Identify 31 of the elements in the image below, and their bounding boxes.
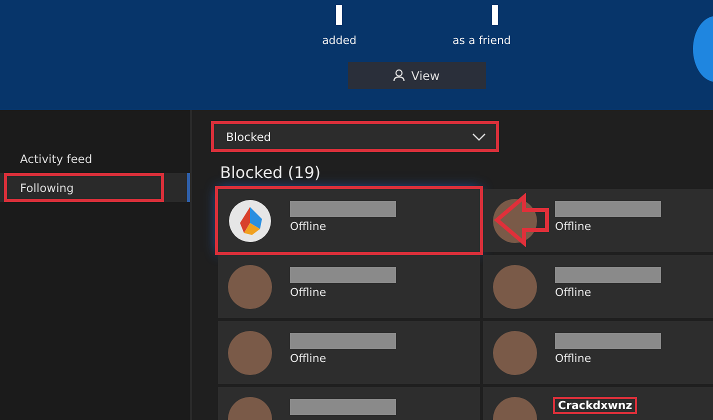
person-icon [393, 69, 406, 82]
avatar-placeholder [493, 330, 537, 374]
section-title: Blocked (19) [220, 163, 322, 182]
avatar-placeholder [228, 330, 272, 374]
notification-text: added [322, 34, 357, 47]
friend-card[interactable]: Crackdxwnz [483, 387, 713, 420]
sidebar-item[interactable]: Activity feed [0, 144, 190, 173]
friend-card[interactable]: Offline [483, 189, 713, 252]
status-text: Offline [290, 286, 328, 299]
friend-card[interactable]: Offline [483, 255, 713, 318]
gem-logo-icon [228, 198, 272, 242]
avatar-placeholder [493, 264, 537, 308]
friend-card[interactable]: Offline [218, 189, 480, 252]
gamertag: Crackdxwnz [555, 399, 636, 412]
view-button[interactable]: View [348, 62, 486, 89]
redaction-bar [336, 5, 342, 25]
notification-text: as a friend [452, 34, 511, 47]
friend-card[interactable]: Offline [218, 321, 480, 384]
avatar-placeholder [228, 264, 272, 308]
annotation-arrow [494, 193, 550, 247]
friend-card[interactable]: Offline [218, 255, 480, 318]
status-text: Offline [290, 220, 328, 233]
redaction-bar [492, 5, 498, 25]
status-text: Offline [290, 352, 328, 365]
friend-card[interactable]: Offline [483, 321, 713, 384]
status-text: Offline [555, 286, 592, 299]
status-text: Offline [555, 220, 592, 233]
status-text: Offline [555, 352, 592, 365]
sidebar-item[interactable]: Following [0, 173, 190, 202]
filter-dropdown[interactable]: Blocked [214, 124, 496, 149]
chevron-down-icon [472, 132, 486, 140]
